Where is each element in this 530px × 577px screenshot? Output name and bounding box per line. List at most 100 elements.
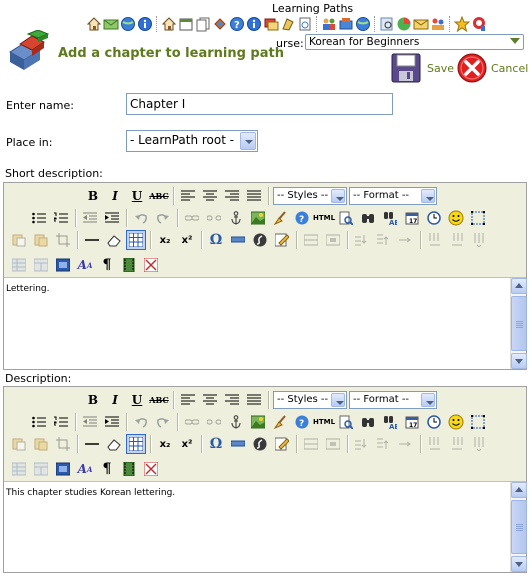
superscript-button[interactable]: x²: [177, 434, 197, 454]
superscript-button[interactable]: x²: [177, 230, 197, 250]
insert-image-button[interactable]: [248, 208, 268, 228]
underline-button[interactable]: U: [127, 390, 147, 410]
home-icon[interactable]: [86, 16, 102, 32]
outdent-button[interactable]: [80, 412, 100, 432]
insert-link-button[interactable]: [182, 412, 202, 432]
copy-button[interactable]: [31, 230, 51, 250]
chart-icon[interactable]: [430, 16, 446, 32]
insert-layer-button[interactable]: [53, 255, 73, 275]
visual-aid-button[interactable]: [468, 412, 488, 432]
scroll-thumb[interactable]: [511, 500, 527, 554]
horizontal-rule-button[interactable]: [82, 230, 102, 250]
bold-button[interactable]: B: [83, 390, 103, 410]
anchor-button[interactable]: [226, 208, 246, 228]
documents-icon[interactable]: [195, 16, 211, 32]
find-button[interactable]: [358, 208, 378, 228]
delete-row-button[interactable]: [396, 434, 416, 454]
redo-button[interactable]: [153, 412, 173, 432]
show-blocks-button[interactable]: ¶: [97, 255, 117, 275]
insert-flash-button[interactable]: [250, 230, 270, 250]
col-before-button[interactable]: [425, 434, 445, 454]
link-icon[interactable]: [212, 16, 228, 32]
split-cells-button[interactable]: [9, 255, 29, 275]
short-description-content-area[interactable]: Lettering.: [4, 277, 527, 369]
remove-format-button[interactable]: [104, 434, 124, 454]
insert-video-button[interactable]: [119, 255, 139, 275]
globe-icon[interactable]: [120, 16, 136, 32]
align-justify-button[interactable]: [244, 390, 264, 410]
align-justify-button[interactable]: [244, 186, 264, 206]
row-after-button[interactable]: [374, 434, 394, 454]
col-after-button[interactable]: [447, 434, 467, 454]
table-button[interactable]: [126, 434, 146, 454]
underline-button[interactable]: U: [127, 186, 147, 206]
merge-cells-button[interactable]: [31, 459, 51, 479]
save-button[interactable]: Save: [390, 52, 454, 84]
paste-button[interactable]: [53, 230, 73, 250]
forum-icon[interactable]: [263, 16, 279, 32]
table-button[interactable]: [126, 230, 146, 250]
cut-button[interactable]: [9, 230, 29, 250]
groups-icon[interactable]: [338, 16, 354, 32]
align-left-button[interactable]: [178, 390, 198, 410]
scroll-down-button[interactable]: [511, 556, 527, 572]
insert-emoticon-button[interactable]: [446, 208, 466, 228]
insert-media-button[interactable]: [228, 434, 248, 454]
paste-button[interactable]: [53, 434, 73, 454]
styleprops-button[interactable]: AA: [75, 255, 95, 275]
help-icon[interactable]: ?: [229, 16, 245, 32]
scroll-down-button[interactable]: [511, 353, 527, 369]
search-icon[interactable]: [379, 16, 395, 32]
mail-icon[interactable]: [413, 16, 429, 32]
insert-time-button[interactable]: [424, 412, 444, 432]
align-center-button[interactable]: [200, 186, 220, 206]
strikethrough-button[interactable]: ABC: [149, 390, 169, 410]
edit-button[interactable]: [272, 434, 292, 454]
copy-button[interactable]: [31, 434, 51, 454]
name-field[interactable]: [126, 93, 393, 115]
cleanup-button[interactable]: [270, 208, 290, 228]
unlink-button[interactable]: [204, 412, 224, 432]
table-cell-button[interactable]: [323, 434, 343, 454]
help-button[interactable]: ?: [292, 208, 312, 228]
undo-button[interactable]: [131, 208, 151, 228]
insert-mascot-button[interactable]: [141, 459, 161, 479]
insert-date-button[interactable]: 17: [402, 412, 422, 432]
anchor-button[interactable]: [226, 412, 246, 432]
indent-button[interactable]: [102, 208, 122, 228]
vertical-scrollbar[interactable]: [510, 278, 527, 369]
description-content-area[interactable]: This chapter studies Korean lettering.: [4, 481, 527, 572]
horizontal-rule-button[interactable]: [82, 434, 102, 454]
styleprops-button[interactable]: AA: [75, 459, 95, 479]
visual-aid-button[interactable]: [468, 208, 488, 228]
undo-button[interactable]: [131, 412, 151, 432]
place-select[interactable]: - LearnPath root -: [126, 130, 258, 152]
outdent-button[interactable]: [80, 208, 100, 228]
show-blocks-button[interactable]: ¶: [97, 459, 117, 479]
cancel-button[interactable]: Cancel: [456, 52, 528, 84]
row-after-button[interactable]: [374, 230, 394, 250]
insert-link-button[interactable]: [182, 208, 202, 228]
globe-icon[interactable]: [355, 16, 371, 32]
scroll-up-button[interactable]: [511, 278, 527, 294]
replace-button[interactable]: AB: [380, 412, 400, 432]
course-select[interactable]: Korean for Beginners: [305, 34, 524, 50]
delete-col-button[interactable]: [469, 230, 489, 250]
insert-video-button[interactable]: [119, 459, 139, 479]
styles-select[interactable]: -- Styles --: [273, 391, 347, 409]
insert-flash-button[interactable]: [250, 434, 270, 454]
delete-col-button[interactable]: [469, 434, 489, 454]
align-right-button[interactable]: [222, 390, 242, 410]
numbered-list-button[interactable]: [51, 208, 71, 228]
special-char-button[interactable]: Ω: [206, 434, 226, 454]
info-icon[interactable]: [137, 16, 153, 32]
strikethrough-button[interactable]: ABC: [149, 186, 169, 206]
html-source-button[interactable]: HTML: [313, 208, 335, 228]
insert-media-button[interactable]: [228, 230, 248, 250]
preview-button[interactable]: [336, 412, 356, 432]
users-icon[interactable]: [321, 16, 337, 32]
col-after-button[interactable]: [447, 230, 467, 250]
calendar-icon[interactable]: [178, 16, 194, 32]
unlink-button[interactable]: [204, 208, 224, 228]
special-char-button[interactable]: Ω: [206, 230, 226, 250]
